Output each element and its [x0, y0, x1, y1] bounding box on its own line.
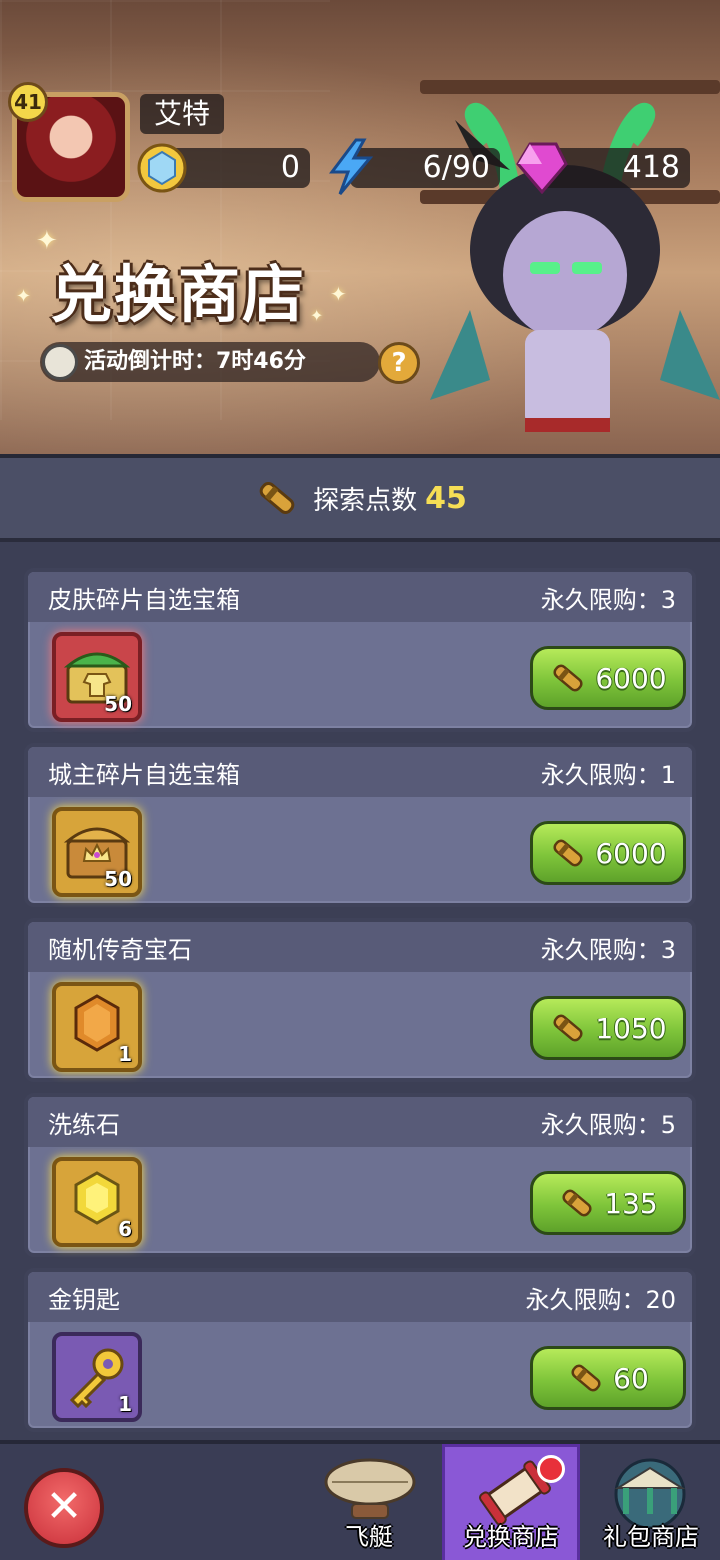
- item-slot[interactable]: 1: [52, 982, 142, 1072]
- item-name: 金钥匙: [48, 1285, 120, 1314]
- tab-exchange-shop[interactable]: 兑换商店: [442, 1444, 580, 1560]
- player-name: 艾特: [140, 94, 225, 134]
- item-purchase-limit: 永久限购：3: [540, 935, 676, 964]
- spyglass-icon: [571, 1364, 601, 1392]
- list-item: 随机传奇宝石 永久限购：3 1 1050: [24, 918, 696, 1082]
- player-level-badge: 41: [8, 82, 48, 122]
- spyglass-icon: [553, 839, 583, 867]
- item-slot[interactable]: 1: [52, 1332, 142, 1422]
- item-name: 城主碎片自选宝箱: [48, 760, 240, 789]
- sparkle-icon: ✦: [330, 282, 347, 306]
- shop-title: 兑换商店: [50, 258, 307, 331]
- list-item: 皮肤碎片自选宝箱 永久限购：3 50 6000: [24, 568, 696, 732]
- buy-price: 1050: [595, 1011, 667, 1045]
- tab-gift-shop[interactable]: 礼包商店: [582, 1444, 720, 1560]
- item-purchase-limit: 永久限购：3: [540, 585, 676, 614]
- item-count: 1: [118, 1392, 132, 1416]
- points-label: 探索点数: [313, 485, 418, 516]
- item-count: 50: [104, 867, 132, 891]
- pink-gem-icon[interactable]: [516, 140, 568, 194]
- sparkle-icon: ✦: [36, 226, 58, 256]
- list-item: 金钥匙 永久限购：20 1 60: [24, 1268, 696, 1432]
- tab-label: 礼包商店: [603, 1523, 699, 1551]
- notification-dot: [537, 1455, 565, 1483]
- buy-price: 60: [613, 1361, 649, 1395]
- tab-label: 飞艇: [345, 1523, 393, 1551]
- buy-price: 135: [604, 1186, 658, 1220]
- item-purchase-limit: 永久限购：20: [525, 1285, 676, 1314]
- item-count: 1: [118, 1042, 132, 1066]
- item-name: 洗练石: [48, 1110, 120, 1139]
- help-button[interactable]: ?: [378, 342, 420, 384]
- item-name: 随机传奇宝石: [48, 935, 192, 964]
- item-slot[interactable]: 50: [52, 632, 142, 722]
- list-item: 城主碎片自选宝箱 永久限购：1 50 6000: [24, 743, 696, 907]
- item-slot[interactable]: 50: [52, 807, 142, 897]
- item-name: 皮肤碎片自选宝箱: [48, 585, 240, 614]
- buy-button[interactable]: 6000: [530, 821, 686, 885]
- spyglass-icon: [259, 482, 295, 514]
- background-shelf: [420, 80, 720, 94]
- bottom-navigation: ✕ 飞艇 兑换商店 礼包商店: [0, 1440, 720, 1560]
- clock-icon: [42, 344, 78, 380]
- buy-button[interactable]: 135: [530, 1171, 686, 1235]
- item-slot[interactable]: 6: [52, 1157, 142, 1247]
- list-item: 洗练石 永久限购：5 6 135: [24, 1093, 696, 1257]
- tab-airship[interactable]: 飞艇: [300, 1444, 438, 1560]
- coin-icon[interactable]: [136, 142, 188, 194]
- event-countdown: 活动倒计时：7时46分: [40, 342, 380, 382]
- buy-button[interactable]: 6000: [530, 646, 686, 710]
- item-header: 金钥匙 永久限购：20: [28, 1272, 692, 1322]
- airship-icon: [324, 1458, 416, 1519]
- item-header: 皮肤碎片自选宝箱 永久限购：3: [28, 572, 692, 622]
- item-header: 城主碎片自选宝箱 永久限购：1: [28, 747, 692, 797]
- tab-label: 兑换商店: [463, 1523, 559, 1551]
- buy-price: 6000: [595, 661, 667, 695]
- spyglass-icon: [562, 1189, 592, 1217]
- spyglass-icon: [553, 664, 583, 692]
- buy-button[interactable]: 60: [530, 1346, 686, 1410]
- close-button[interactable]: ✕: [24, 1468, 104, 1548]
- item-purchase-limit: 永久限购：1: [540, 760, 676, 789]
- sparkle-icon: ✦: [310, 306, 324, 325]
- shop-banner: 41 艾特 0 6/90 418 兑换商店 ✦ ✦ ✦ ✦ 活动倒计时：7时46…: [0, 0, 720, 458]
- buy-price: 6000: [595, 836, 667, 870]
- item-header: 洗练石 永久限购：5: [28, 1097, 692, 1147]
- item-count: 6: [118, 1217, 132, 1241]
- exchange-item-list: 皮肤碎片自选宝箱 永久限购：3 50 6000 城主碎片自选宝箱 永久限购：1 …: [24, 568, 696, 1443]
- item-purchase-limit: 永久限购：5: [540, 1110, 676, 1139]
- exploration-points-bar: 探索点数 45: [0, 458, 720, 542]
- buy-button[interactable]: 1050: [530, 996, 686, 1060]
- spyglass-icon: [553, 1014, 583, 1042]
- lightning-icon[interactable]: [326, 138, 376, 196]
- points-value: 45: [425, 480, 467, 516]
- item-header: 随机传奇宝石 永久限购：3: [28, 922, 692, 972]
- sparkle-icon: ✦: [16, 286, 32, 307]
- item-count: 50: [104, 692, 132, 716]
